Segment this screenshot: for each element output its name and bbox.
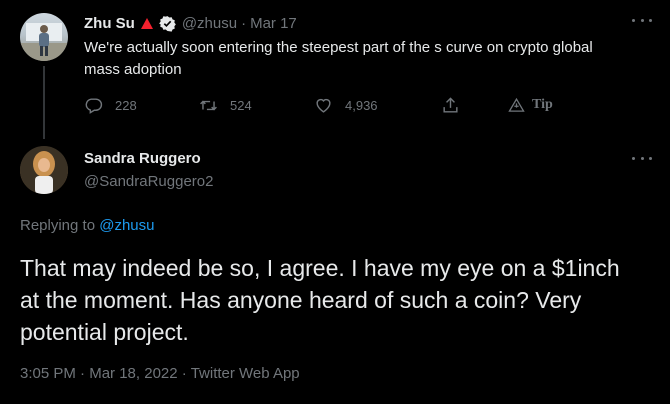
author-handle[interactable]: @zhusu [182, 15, 237, 32]
tweet-text: We're actually soon entering the steepes… [84, 39, 593, 78]
retweet-button[interactable]: 524 [199, 94, 252, 116]
parent-tweet[interactable]: Zhu Su @zhusu · Mar 17 We're actually so… [0, 0, 670, 140]
reply-button[interactable]: 228 [84, 94, 137, 116]
tip-label: Tip [532, 97, 553, 112]
reply-icon [85, 97, 103, 114]
more-options-icon[interactable] [632, 16, 652, 24]
replying-to: Replying to @zhusu [20, 217, 154, 234]
tweet-meta: 3:05 PM · Mar 18, 2022 · Twitter Web App [20, 365, 300, 382]
like-count: 4,936 [345, 97, 378, 113]
separator-dot: · [181, 365, 187, 382]
like-button[interactable]: 4,936 [314, 94, 378, 116]
avatar[interactable] [20, 146, 68, 194]
tweet-date[interactable]: Mar 18, 2022 [89, 365, 177, 382]
separator-dot: · [80, 365, 86, 382]
separator-dot: · [241, 14, 247, 32]
tweet-time[interactable]: 3:05 PM [20, 365, 76, 382]
more-options-icon[interactable] [632, 154, 652, 162]
warning-triangle-icon [140, 17, 153, 29]
verified-badge-icon [158, 15, 176, 32]
tweet-actions: 228 524 4,936 Tip [84, 94, 584, 116]
author-name[interactable]: Zhu Su [84, 15, 135, 32]
retweet-icon [200, 100, 217, 110]
tip-icon [508, 97, 525, 112]
share-icon [443, 96, 458, 113]
tweet-header: Zhu Su @zhusu · Mar 17 [84, 13, 297, 33]
mention-link[interactable]: @zhusu [99, 217, 154, 234]
author-name[interactable]: Sandra Ruggero [84, 150, 201, 167]
author-handle[interactable]: @SandraRuggero2 [84, 173, 213, 190]
thread-line [43, 66, 45, 139]
share-button[interactable] [441, 94, 460, 116]
heart-icon [316, 98, 331, 113]
reply-count: 228 [115, 97, 137, 113]
retweet-count: 524 [230, 97, 252, 113]
tweet-text: That may indeed be so, I agree. I have m… [20, 255, 620, 345]
avatar[interactable] [20, 13, 68, 61]
replying-prefix: Replying to [20, 217, 96, 234]
tip-button[interactable]: Tip [508, 94, 553, 116]
tweet-source[interactable]: Twitter Web App [191, 365, 300, 382]
tweet-date[interactable]: Mar 17 [250, 15, 297, 32]
